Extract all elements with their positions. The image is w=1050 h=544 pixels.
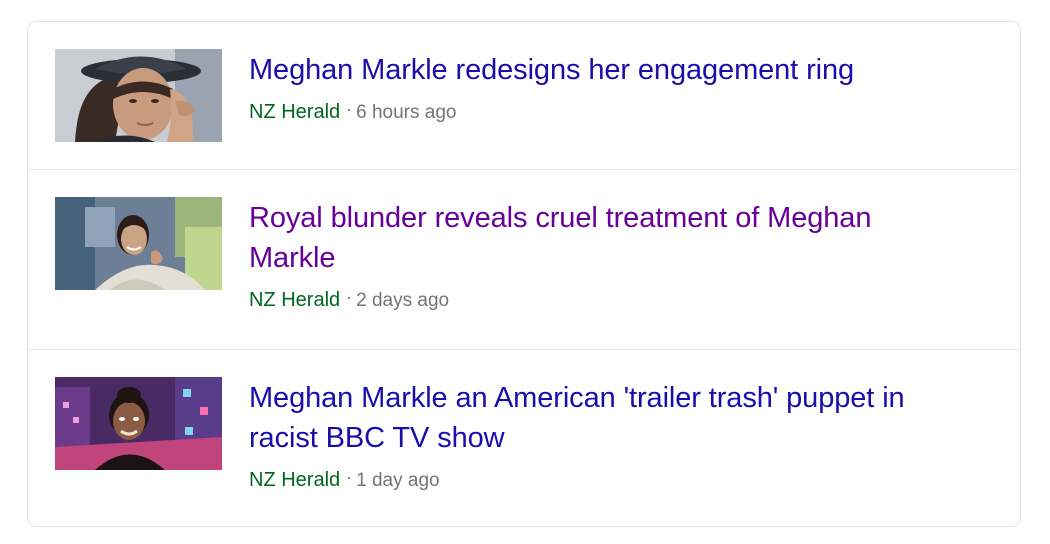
news-source[interactable]: NZ Herald — [249, 469, 340, 491]
smiling-woman-photo-icon — [55, 197, 222, 290]
news-meta: NZ Herald · 1 day ago — [249, 466, 949, 495]
news-item: Meghan Markle an American 'trailer trash… — [28, 350, 1020, 526]
news-item: Meghan Markle redesigns her engagement r… — [28, 22, 1020, 170]
news-time: 6 hours ago — [356, 102, 457, 123]
news-source[interactable]: NZ Herald — [249, 289, 340, 311]
meta-separator: · — [346, 99, 353, 119]
news-results-card: Meghan Markle redesigns her engagement r… — [27, 21, 1021, 527]
news-text: Meghan Markle an American 'trailer trash… — [249, 378, 949, 495]
news-meta: NZ Herald · 6 hours ago — [249, 98, 949, 127]
puppet-city-night-photo-icon — [55, 377, 222, 470]
news-thumbnail[interactable] — [55, 197, 222, 290]
news-meta: NZ Herald · 2 days ago — [249, 286, 949, 315]
meta-separator: · — [346, 287, 353, 307]
news-time: 1 day ago — [356, 470, 440, 491]
woman-in-hat-photo-icon — [55, 49, 222, 142]
news-time: 2 days ago — [356, 290, 450, 311]
news-thumbnail[interactable] — [55, 49, 222, 142]
meta-separator: · — [346, 467, 353, 487]
news-source[interactable]: NZ Herald — [249, 101, 340, 123]
news-item: Royal blunder reveals cruel treatment of… — [28, 170, 1020, 350]
news-headline-link[interactable]: Meghan Markle an American 'trailer trash… — [249, 378, 949, 458]
news-text: Meghan Markle redesigns her engagement r… — [249, 50, 949, 127]
news-headline-link[interactable]: Royal blunder reveals cruel treatment of… — [249, 198, 949, 278]
news-thumbnail[interactable] — [55, 377, 222, 470]
news-headline-link[interactable]: Meghan Markle redesigns her engagement r… — [249, 50, 949, 90]
news-text: Royal blunder reveals cruel treatment of… — [249, 198, 949, 315]
